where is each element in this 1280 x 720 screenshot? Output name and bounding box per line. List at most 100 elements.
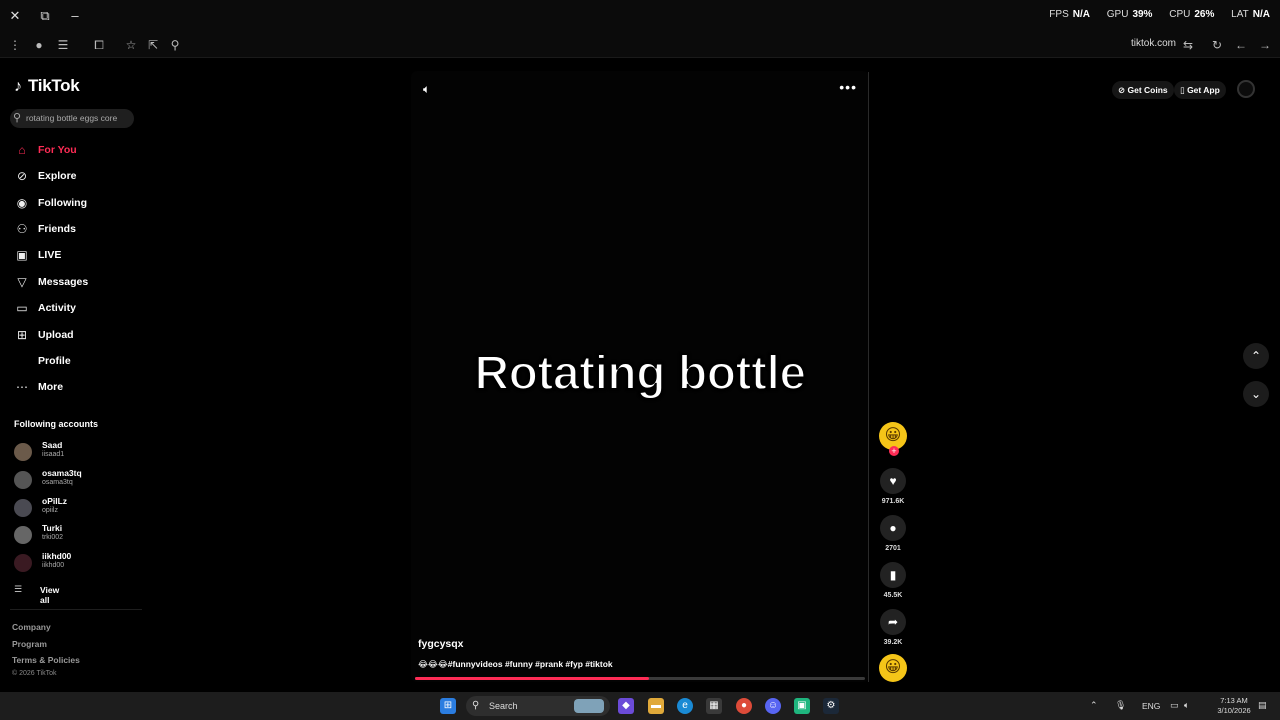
profile-circle-icon[interactable]: ● <box>31 37 47 53</box>
get-coins-button[interactable]: ⊘ Get Coins <box>1112 81 1174 99</box>
previous-video-button[interactable]: ⌃ <box>1243 343 1269 369</box>
next-video-button[interactable]: ⌄ <box>1243 381 1269 407</box>
bookmark-star-icon[interactable]: ☆ <box>123 37 139 53</box>
sidebar-divider <box>10 609 142 610</box>
nav-label: Messages <box>38 276 89 288</box>
extensions-icon[interactable]: ⧠ <box>91 37 107 53</box>
nav-label: Explore <box>38 170 77 182</box>
account-item[interactable]: oPiILz opiilz <box>14 496 134 520</box>
app-icon[interactable]: ▣ <box>794 698 810 714</box>
activity-icon: ▭ <box>16 301 28 315</box>
nav-messages[interactable]: ▽ Messages <box>12 273 132 293</box>
account-name: osama3tq <box>42 468 82 478</box>
profile-avatar[interactable] <box>1237 80 1255 98</box>
footer-link-company[interactable]: Company <box>12 622 51 632</box>
volume-icon[interactable]: 🔈︎ <box>1184 700 1189 711</box>
video-overlay-text: Rotating bottle <box>473 346 807 401</box>
nav-label: Following <box>38 197 87 209</box>
get-app-button[interactable]: ▯ Get App <box>1174 81 1226 99</box>
chrome-icon[interactable]: ● <box>736 698 752 714</box>
search-icon[interactable]: ⚲ <box>13 111 21 124</box>
account-handle: osama3tq <box>42 479 73 486</box>
nav-following[interactable]: ◉ Following <box>12 194 132 214</box>
taskbar-search[interactable]: ⚲ Search <box>466 696 610 716</box>
nav-upload[interactable]: ⊞ Upload <box>12 326 132 346</box>
nav-more[interactable]: ⋯ More <box>12 378 132 398</box>
share-icon[interactable]: ⇱ <box>145 37 161 53</box>
share-button[interactable]: ➦ 39.2K <box>877 609 909 646</box>
microphone-icon[interactable]: 🎙︎ <box>1115 700 1126 711</box>
notification-icon[interactable]: ▤ <box>1258 700 1267 711</box>
cpu-label: CPU <box>1169 9 1191 20</box>
following-icon: ◉ <box>16 196 28 210</box>
avatar <box>14 526 32 544</box>
footer-link-program[interactable]: Program <box>12 639 47 649</box>
video-player[interactable]: 🔈︎ ••• Rotating bottle fygcysqx 😂😂😂#funn… <box>411 71 869 682</box>
account-handle: iisaad1 <box>42 451 65 458</box>
search-input[interactable] <box>26 111 130 125</box>
nav-activity[interactable]: ▭ Activity <box>12 299 132 319</box>
language-indicator[interactable]: ENG <box>1142 701 1160 711</box>
nav-label: Friends <box>38 223 76 235</box>
restore-icon[interactable]: ⧉ <box>37 8 53 24</box>
close-icon[interactable]: ✕ <box>7 8 23 24</box>
forward-icon[interactable]: → <box>1257 37 1273 53</box>
video-progress-bar[interactable] <box>415 677 865 680</box>
account-item[interactable]: iikhd00 iikhd00 <box>14 551 134 575</box>
nav-label: Activity <box>38 302 76 314</box>
share-count: 39.2K <box>883 639 903 646</box>
windows-start-icon[interactable]: ⊞ <box>440 698 456 714</box>
taskbar-clock[interactable]: 7:13 AM 3/10/2026 <box>1214 696 1254 716</box>
bookmark-icon: ▮ <box>880 562 906 588</box>
discord-icon[interactable]: ☺ <box>765 698 781 714</box>
comment-button[interactable]: ● 2701 <box>877 515 909 552</box>
account-item[interactable]: Saad iisaad1 <box>14 440 134 464</box>
tiktok-logo[interactable]: ♪ TikTok <box>14 76 80 96</box>
more-options-icon[interactable]: ••• <box>839 79 857 95</box>
nav-friends[interactable]: ⚇ Friends <box>12 220 132 240</box>
nav-profile[interactable]: ● Profile <box>12 352 132 372</box>
minimize-icon[interactable]: – <box>67 8 83 24</box>
compass-icon: ⊘ <box>16 169 28 183</box>
search-box[interactable]: ⚲ <box>10 109 134 128</box>
nav-live[interactable]: ▣ LIVE <box>12 246 132 266</box>
nav-for-you[interactable]: ⌂ For You <box>12 141 132 161</box>
profile-icon: ● <box>18 354 26 368</box>
store-icon[interactable]: ▦ <box>706 698 722 714</box>
nav-explore[interactable]: ⊘ Explore <box>12 167 132 187</box>
upload-icon: ⊞ <box>16 328 28 342</box>
friends-icon: ⚇ <box>16 222 28 236</box>
chevron-up-icon: ⌃ <box>1250 349 1262 363</box>
account-item[interactable]: Turki trki002 <box>14 523 134 547</box>
zoom-icon[interactable]: ⚲ <box>167 37 183 53</box>
tabs-icon[interactable]: ☰ <box>55 37 71 53</box>
copyright: © 2026 TikTok <box>12 670 57 677</box>
file-explorer-icon[interactable]: ▬ <box>648 698 664 714</box>
edge-icon[interactable]: e <box>677 698 693 714</box>
performance-overlay: FPS N/A GPU 39% CPU 26% LAT N/A <box>1049 9 1270 20</box>
steam-icon[interactable]: ⚙ <box>823 698 839 714</box>
chevron-up-icon[interactable]: ⌃ <box>1090 700 1098 711</box>
account-handle: opiilz <box>42 507 58 514</box>
network-icon[interactable]: ▭ <box>1170 700 1179 711</box>
address-bar-url[interactable]: tiktok.com <box>1131 38 1176 49</box>
site-settings-icon[interactable]: ⇆ <box>1180 37 1196 53</box>
like-button[interactable]: ♥ 971.6K <box>877 468 909 505</box>
menu-dots-icon[interactable]: ⋮ <box>7 37 23 53</box>
back-icon[interactable]: ← <box>1233 37 1249 53</box>
save-button[interactable]: ▮ 45.5K <box>877 562 909 599</box>
account-item[interactable]: osama3tq osama3tq <box>14 468 134 492</box>
volume-icon[interactable]: 🔈︎ <box>423 82 430 97</box>
tiktok-note-icon: ♪ <box>14 78 22 95</box>
lat-label: LAT <box>1231 9 1249 20</box>
reload-icon[interactable]: ↻ <box>1209 37 1225 53</box>
sound-disc-icon[interactable]: 😀︎ <box>879 654 907 682</box>
nav-label: LIVE <box>38 249 62 261</box>
account-name: Turki <box>42 523 63 533</box>
footer-link-terms[interactable]: Terms & Policies <box>12 655 80 665</box>
follow-plus-icon[interactable]: + <box>889 446 899 456</box>
view-all-label: View all <box>40 585 60 605</box>
copilot-icon[interactable]: ◆ <box>618 698 634 714</box>
nav-label: Upload <box>38 329 74 341</box>
video-author[interactable]: fygcysqx <box>418 638 464 650</box>
